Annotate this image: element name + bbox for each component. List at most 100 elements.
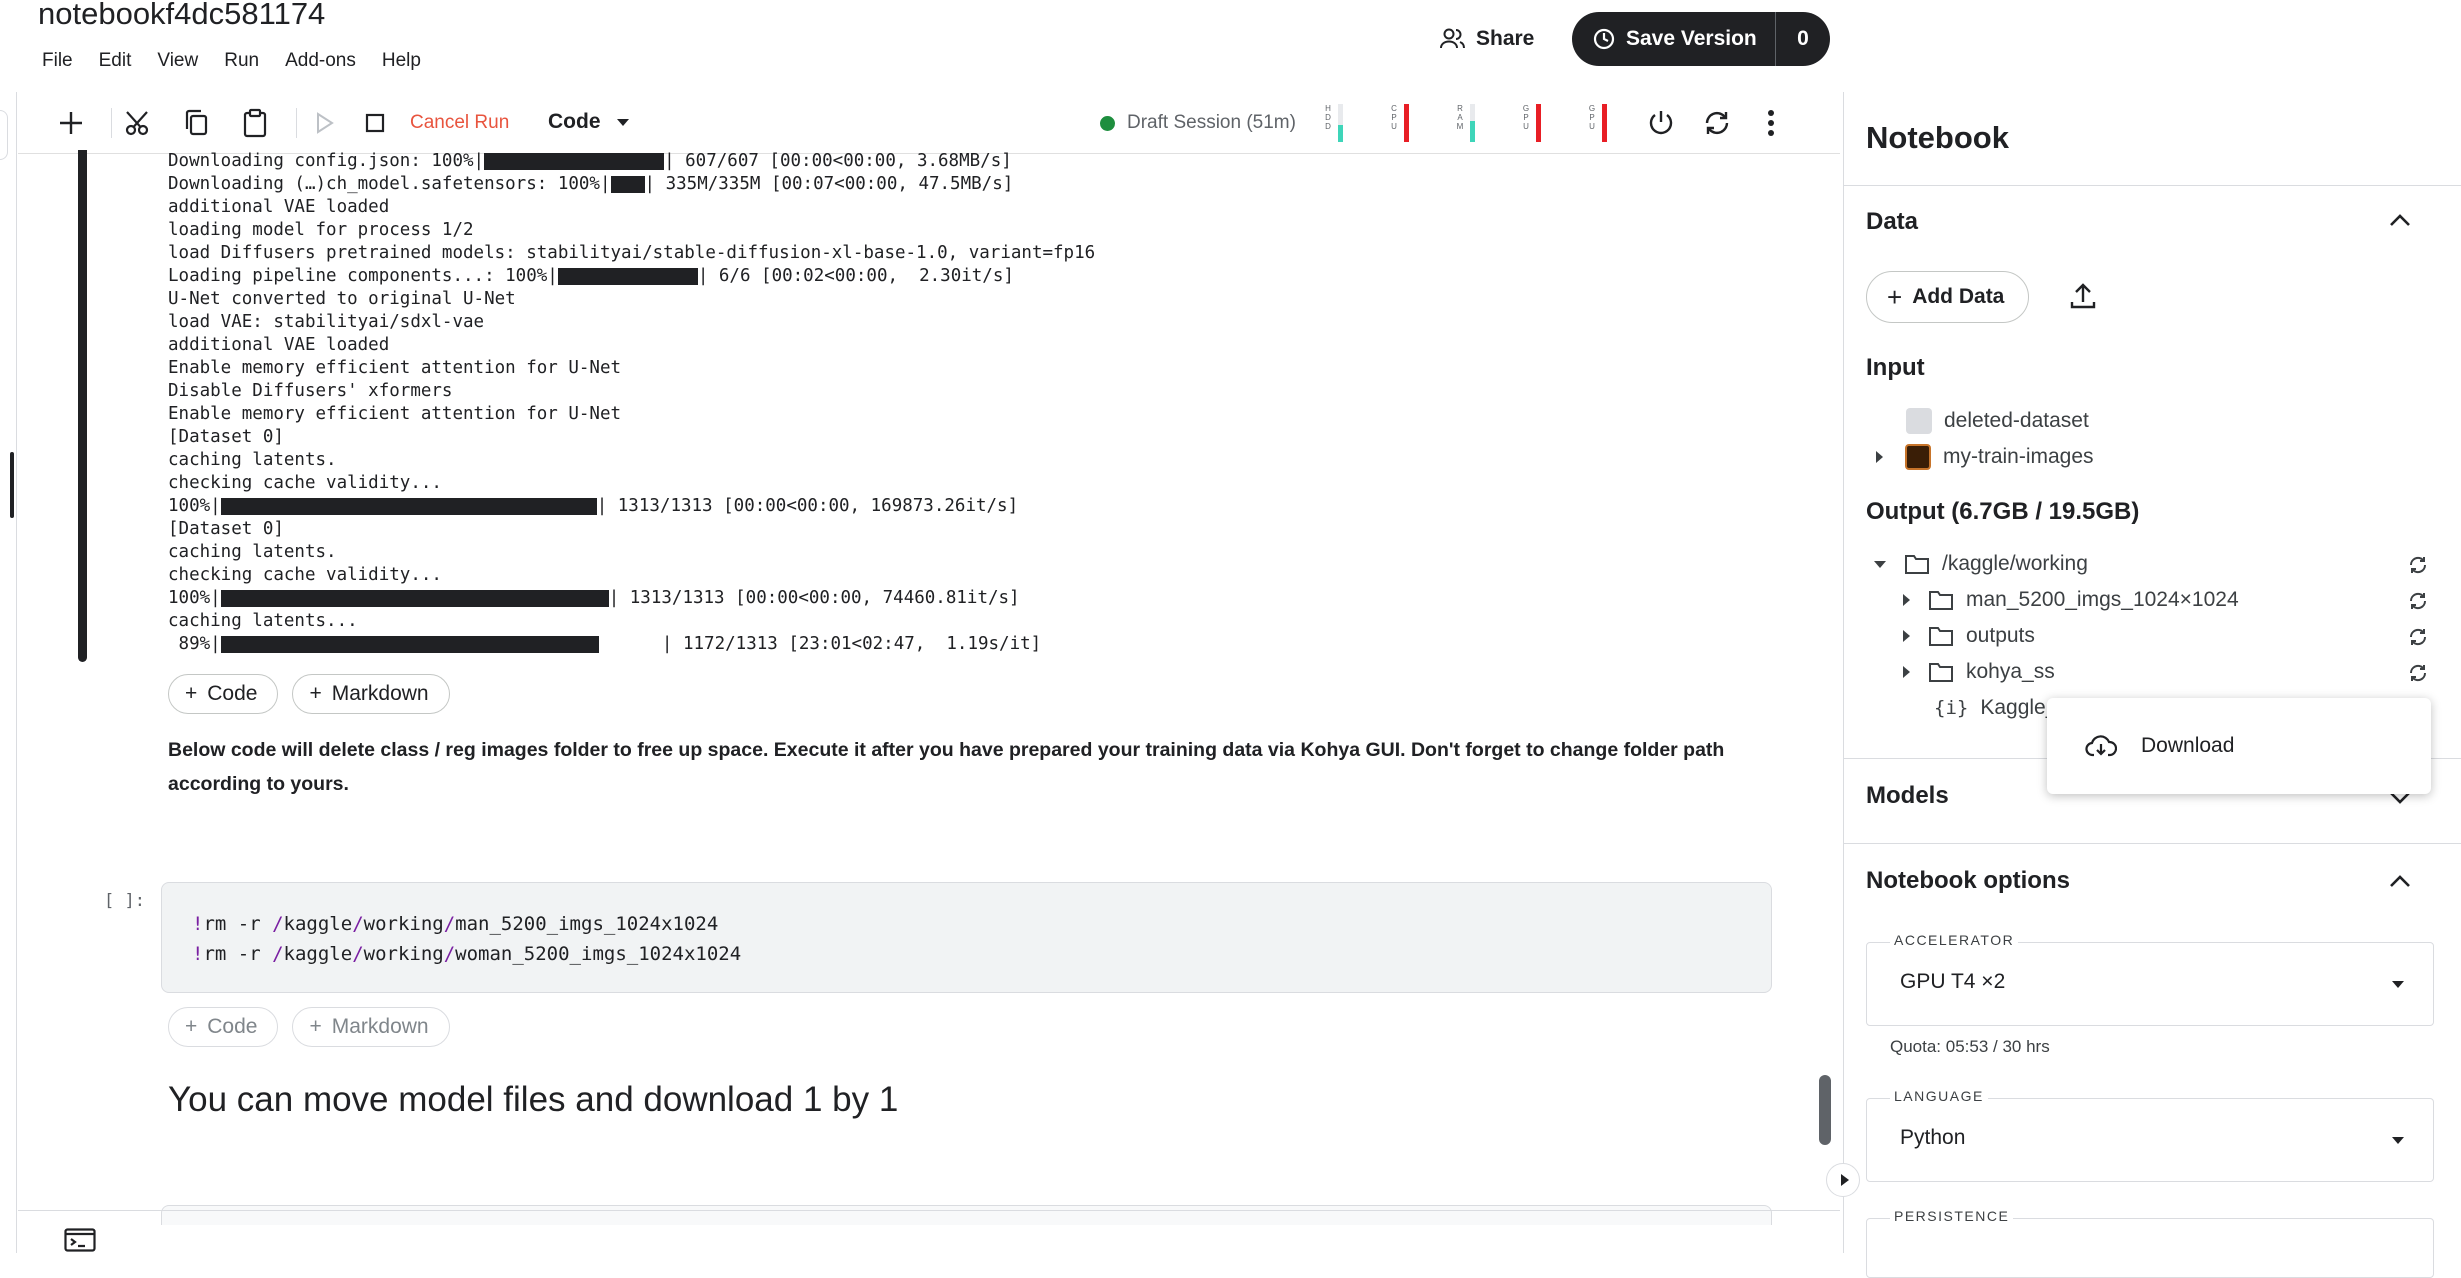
expand-icon[interactable] bbox=[1876, 451, 1883, 463]
save-version-button[interactable]: Save Version 0 bbox=[1572, 12, 1830, 66]
sync-icon[interactable] bbox=[2408, 663, 2428, 688]
output-file-kaggle-notebook[interactable]: {i} Kaggle_ bbox=[1934, 696, 2057, 720]
sync-icon[interactable] bbox=[2408, 555, 2428, 580]
output-line: Loading pipeline components...: 100%| | 6… bbox=[168, 265, 1095, 288]
output-line: additional VAE loaded bbox=[168, 196, 1095, 219]
left-edge-handle[interactable] bbox=[0, 110, 8, 160]
progress-bar-fill bbox=[220, 589, 609, 607]
notebook-scrollbar[interactable] bbox=[1819, 1075, 1831, 1145]
output-line: caching latents. bbox=[168, 449, 1095, 472]
input-item-deleted-dataset[interactable]: deleted-dataset bbox=[1906, 408, 2089, 434]
expand-icon[interactable] bbox=[1903, 594, 1910, 606]
output-text: caching latents. bbox=[168, 450, 337, 470]
chevron-up-icon[interactable] bbox=[2388, 212, 2412, 233]
panel-divider bbox=[1843, 843, 2461, 844]
code-token: !rm -r bbox=[192, 913, 273, 935]
add-cell-buttons: + Code + Markdown bbox=[168, 674, 450, 714]
collapse-panel-button[interactable] bbox=[1826, 1163, 1860, 1197]
language-value: Python bbox=[1900, 1126, 1966, 1149]
ram-meter: RAM bbox=[1456, 104, 1475, 142]
paste-icon[interactable] bbox=[238, 106, 272, 140]
input-item-label: my-train-images bbox=[1943, 445, 2094, 468]
folder-label: kohya_ss bbox=[1966, 660, 2055, 683]
output-root-folder[interactable]: /kaggle/working bbox=[1874, 552, 2088, 576]
menu-run[interactable]: Run bbox=[224, 50, 259, 72]
sync-icon[interactable] bbox=[2408, 591, 2428, 616]
upload-icon[interactable] bbox=[2070, 282, 2096, 315]
add-cell-icon[interactable] bbox=[54, 106, 88, 140]
expand-icon[interactable] bbox=[1903, 666, 1910, 678]
cut-icon[interactable] bbox=[122, 106, 156, 140]
collapse-icon[interactable] bbox=[1874, 560, 1886, 568]
expand-icon[interactable] bbox=[1903, 630, 1910, 642]
session-dot-icon bbox=[1100, 115, 1115, 131]
input-item-my-train-images[interactable]: my-train-images bbox=[1876, 444, 2094, 470]
notebook-title[interactable]: notebookf4dc581174 bbox=[38, 0, 325, 32]
session-status[interactable]: Draft Session (51m) bbox=[1100, 112, 1296, 134]
more-options-icon[interactable] bbox=[1754, 106, 1788, 140]
code-cell-editor[interactable]: !rm -r /kaggle/working/man_5200_imgs_102… bbox=[161, 882, 1772, 993]
code-token: kaggle bbox=[283, 913, 353, 935]
output-text: checking cache validity... bbox=[168, 565, 442, 585]
output-folder-kohya-ss[interactable]: kohya_ss bbox=[1903, 660, 2055, 684]
output-folder-outputs[interactable]: outputs bbox=[1903, 624, 2035, 648]
menu-add-ons[interactable]: Add-ons bbox=[285, 50, 356, 72]
options-section-header[interactable]: Notebook options bbox=[1866, 867, 2070, 895]
cell-type-select[interactable]: Code bbox=[548, 110, 629, 134]
accelerator-value: GPU T4 ×2 bbox=[1900, 970, 2006, 993]
dataset-placeholder-icon bbox=[1906, 408, 1932, 434]
cpu-meter: CPU bbox=[1390, 104, 1409, 142]
menu-file[interactable]: File bbox=[42, 50, 73, 72]
share-button[interactable]: Share bbox=[1430, 18, 1544, 60]
people-icon bbox=[1440, 28, 1465, 49]
run-icon[interactable] bbox=[308, 106, 342, 140]
cell-type-value: Code bbox=[548, 110, 601, 133]
code-line: !rm -r /kaggle/working/man_5200_imgs_102… bbox=[192, 909, 1771, 939]
output-text: load Diffusers pretrained models: stabil… bbox=[168, 243, 1096, 263]
menu-edit[interactable]: Edit bbox=[99, 50, 132, 72]
chevron-up-icon[interactable] bbox=[2388, 873, 2412, 894]
cancel-run-button[interactable]: Cancel Run bbox=[410, 112, 509, 134]
share-label: Share bbox=[1476, 27, 1535, 50]
data-section-header[interactable]: Data bbox=[1866, 208, 1918, 236]
output-text: load VAE: stabilityai/sdxl-vae bbox=[168, 312, 485, 332]
power-icon[interactable] bbox=[1644, 106, 1678, 140]
output-text: 100%| bbox=[168, 496, 221, 516]
add-markdown-button[interactable]: + Markdown bbox=[292, 674, 450, 714]
chevron-right-icon bbox=[1840, 1174, 1849, 1186]
code-path-separator: / bbox=[272, 913, 284, 935]
version-count[interactable]: 0 bbox=[1776, 27, 1830, 51]
input-item-label: deleted-dataset bbox=[1944, 409, 2089, 432]
markdown-heading[interactable]: You can move model files and download 1 … bbox=[168, 1080, 898, 1120]
notebook-toolbar: Cancel Run Code Draft Session (51m) HDD … bbox=[18, 92, 1840, 154]
download-context-menu[interactable]: Download bbox=[2047, 698, 2431, 794]
add-code-button[interactable]: + Code bbox=[168, 674, 279, 714]
output-text: | 335M/335M [00:07<00:00, 47.5MB/s] bbox=[644, 174, 1014, 194]
sync-icon[interactable] bbox=[2408, 627, 2428, 652]
menu-bar: File Edit View Run Add-ons Help bbox=[42, 50, 421, 72]
stop-icon[interactable] bbox=[358, 106, 392, 140]
folder-icon bbox=[1929, 627, 1953, 646]
plus-icon: + bbox=[185, 1015, 198, 1038]
output-folder-man-imgs[interactable]: man_5200_imgs_1024×1024 bbox=[1903, 588, 2239, 612]
next-code-cell[interactable] bbox=[161, 1205, 1772, 1225]
menu-view[interactable]: View bbox=[157, 50, 198, 72]
output-line: 100%| | 1313/1313 [00:00<00:00, 169873.26… bbox=[168, 495, 1095, 518]
markdown-cell-text[interactable]: Below code will delete class / reg image… bbox=[168, 733, 1768, 801]
download-menu-item[interactable]: Download bbox=[2141, 734, 2234, 758]
toolbar-divider bbox=[296, 108, 297, 138]
output-text: Downloading config.json: 100%| bbox=[168, 151, 485, 171]
persistence-select[interactable] bbox=[1866, 1218, 2434, 1278]
output-text: | 1172/1313 [23:01<02:47, 1.19s/it] bbox=[598, 634, 1042, 654]
copy-icon[interactable] bbox=[180, 106, 214, 140]
add-data-button[interactable]: + Add Data bbox=[1866, 271, 2030, 323]
models-section-header[interactable]: Models bbox=[1866, 782, 1949, 810]
menu-help[interactable]: Help bbox=[382, 50, 421, 72]
add-markdown-button[interactable]: + Markdown bbox=[292, 1007, 450, 1047]
plus-icon: + bbox=[185, 682, 198, 705]
restart-icon[interactable] bbox=[1700, 106, 1734, 140]
output-text: Enable memory efficient attention for U-… bbox=[168, 404, 622, 424]
add-code-button[interactable]: + Code bbox=[168, 1007, 279, 1047]
plus-icon: + bbox=[1887, 281, 1903, 312]
folder-icon bbox=[1929, 663, 1953, 682]
